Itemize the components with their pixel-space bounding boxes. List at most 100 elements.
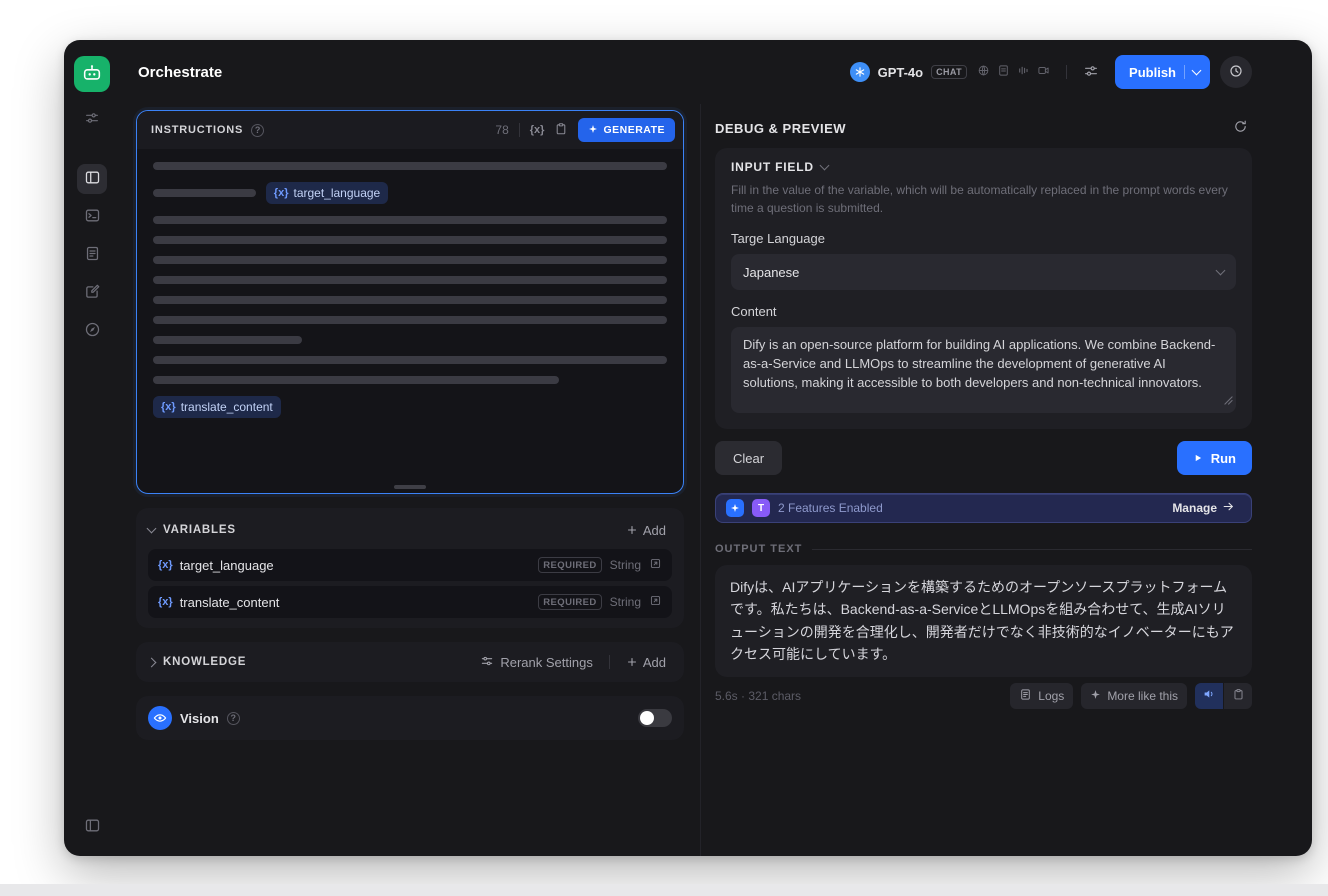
features-bar[interactable]: 2 Features Enabled Manage	[715, 493, 1252, 523]
robot-icon	[81, 62, 103, 87]
features-enabled-label: 2 Features Enabled	[778, 501, 883, 515]
compass-icon	[84, 321, 101, 341]
sidebar-item-logs[interactable]	[77, 240, 107, 270]
speaker-button[interactable]	[1195, 682, 1223, 709]
run-button[interactable]: Run	[1176, 441, 1252, 475]
app-logo[interactable]	[74, 56, 110, 92]
variable-chip[interactable]: {x} translate_content	[153, 396, 281, 418]
video-icon	[1037, 64, 1050, 80]
openai-icon	[849, 62, 870, 82]
variable-row[interactable]: {x} target_language REQUIRED String	[148, 549, 672, 581]
variable-chip-label: translate_content	[180, 400, 273, 414]
more-like-this-button[interactable]: More like this	[1081, 682, 1187, 709]
variables-panel: VARIABLES Add {x} target_language REQUIR…	[136, 508, 684, 628]
skeleton-line	[153, 336, 303, 344]
arrow-right-icon	[1222, 500, 1235, 516]
variable-x-icon: {x}	[158, 596, 173, 608]
tune-icon	[84, 110, 100, 129]
instructions-toolbar: 78 {x} GENERATE	[495, 118, 675, 142]
preferences-button[interactable]	[77, 104, 107, 134]
required-badge: REQUIRED	[538, 594, 602, 610]
input-field-header[interactable]: INPUT FIELD	[731, 160, 1236, 174]
add-variable-button[interactable]: Add	[620, 522, 672, 539]
variable-x-icon: {x}	[161, 401, 176, 413]
add-knowledge-label: Add	[642, 654, 666, 670]
variable-row[interactable]: {x} translate_content REQUIRED String	[148, 586, 672, 618]
logs-label: Logs	[1038, 688, 1065, 703]
vision-toggle[interactable]	[638, 709, 672, 727]
output-footer: 5.6s · 321 chars Logs More like this	[715, 682, 1252, 709]
skeleton-line	[153, 376, 560, 384]
prompt-editor[interactable]: {x} target_language {x} translate_conten…	[137, 149, 683, 493]
model-parameters-button[interactable]	[1077, 58, 1105, 86]
resize-corner-icon[interactable]	[1224, 392, 1233, 410]
audio-icon	[1017, 64, 1030, 80]
help-icon[interactable]	[251, 123, 265, 137]
insert-variable-button[interactable]: {x}	[530, 124, 545, 136]
manage-features-button[interactable]: Manage	[1166, 499, 1241, 517]
rerank-settings-button[interactable]: Rerank Settings	[474, 653, 599, 672]
sidebar-item-terminal[interactable]	[77, 202, 107, 232]
sidebar-item-orchestrate[interactable]	[77, 164, 107, 194]
knowledge-actions: Rerank Settings Add	[474, 653, 672, 672]
edit-icon	[84, 283, 101, 303]
variable-chip-label: target_language	[293, 186, 381, 200]
add-knowledge-button[interactable]: Add	[620, 654, 672, 671]
variable-x-icon: {x}	[158, 559, 173, 571]
collapse-sidebar-button[interactable]	[77, 812, 107, 842]
help-icon[interactable]	[226, 711, 240, 725]
page-title: Orchestrate	[138, 63, 223, 81]
chevron-right-icon	[146, 657, 157, 667]
input-field-card: INPUT FIELD Fill in the value of the var…	[715, 148, 1252, 429]
content-field-wrap: Dify is an open-source platform for buil…	[731, 327, 1236, 413]
history-button[interactable]	[1220, 56, 1252, 88]
sidebar-nav	[77, 164, 107, 346]
skeleton-line	[153, 276, 667, 284]
clear-button[interactable]: Clear	[715, 441, 783, 475]
plus-icon	[627, 525, 636, 535]
sidebar-item-annotation[interactable]	[77, 278, 107, 308]
output-icon-group	[1195, 682, 1252, 709]
model-capability-icons	[977, 64, 1050, 80]
prompt-line: {x} target_language	[153, 182, 667, 204]
skeleton-line	[153, 162, 667, 170]
skeleton-line	[153, 216, 667, 224]
variable-x-icon: {x}	[273, 187, 289, 199]
refresh-icon	[1233, 119, 1248, 137]
rerank-settings-label: Rerank Settings	[500, 654, 593, 670]
variable-chip[interactable]: {x} target_language	[265, 182, 389, 204]
eye-icon	[148, 706, 172, 730]
logs-icon	[1019, 688, 1032, 704]
generate-button[interactable]: GENERATE	[578, 118, 675, 142]
workspace: INSTRUCTIONS 78 {x}	[120, 104, 1312, 856]
skeleton-line	[153, 256, 667, 264]
chevron-down-icon	[146, 523, 157, 534]
publish-button[interactable]: Publish	[1115, 55, 1210, 89]
copy-prompt-button[interactable]	[554, 122, 568, 139]
collapse-panel-icon	[84, 817, 101, 837]
workspace-panel-icon	[84, 169, 101, 189]
open-variable-button[interactable]	[649, 557, 662, 573]
knowledge-panel[interactable]: KNOWLEDGE Rerank Settings Add	[136, 642, 684, 682]
refresh-button[interactable]	[1229, 115, 1252, 141]
debug-header: DEBUG & PREVIEW	[715, 104, 1252, 148]
globe-icon	[977, 64, 990, 80]
logs-button[interactable]: Logs	[1010, 682, 1074, 709]
copy-output-button[interactable]	[1224, 682, 1252, 709]
terminal-icon	[84, 207, 101, 227]
external-icon	[649, 557, 662, 573]
variables-header[interactable]: VARIABLES Add	[146, 516, 672, 544]
open-variable-button[interactable]	[649, 594, 662, 610]
toggle-knob	[640, 711, 654, 725]
form-icon	[84, 245, 101, 265]
resize-handle[interactable]	[394, 485, 426, 489]
sidebar-item-explore[interactable]	[77, 316, 107, 346]
language-select[interactable]: Japanese	[731, 254, 1236, 290]
model-selector[interactable]: GPT-4o CHAT	[844, 57, 1056, 87]
generate-label: GENERATE	[603, 124, 665, 136]
content-textarea[interactable]: Dify is an open-source platform for buil…	[731, 327, 1236, 413]
header-divider	[1066, 65, 1068, 79]
feature-tts-icon	[752, 499, 770, 517]
external-icon	[649, 594, 662, 610]
instructions-title: INSTRUCTIONS	[151, 124, 244, 136]
